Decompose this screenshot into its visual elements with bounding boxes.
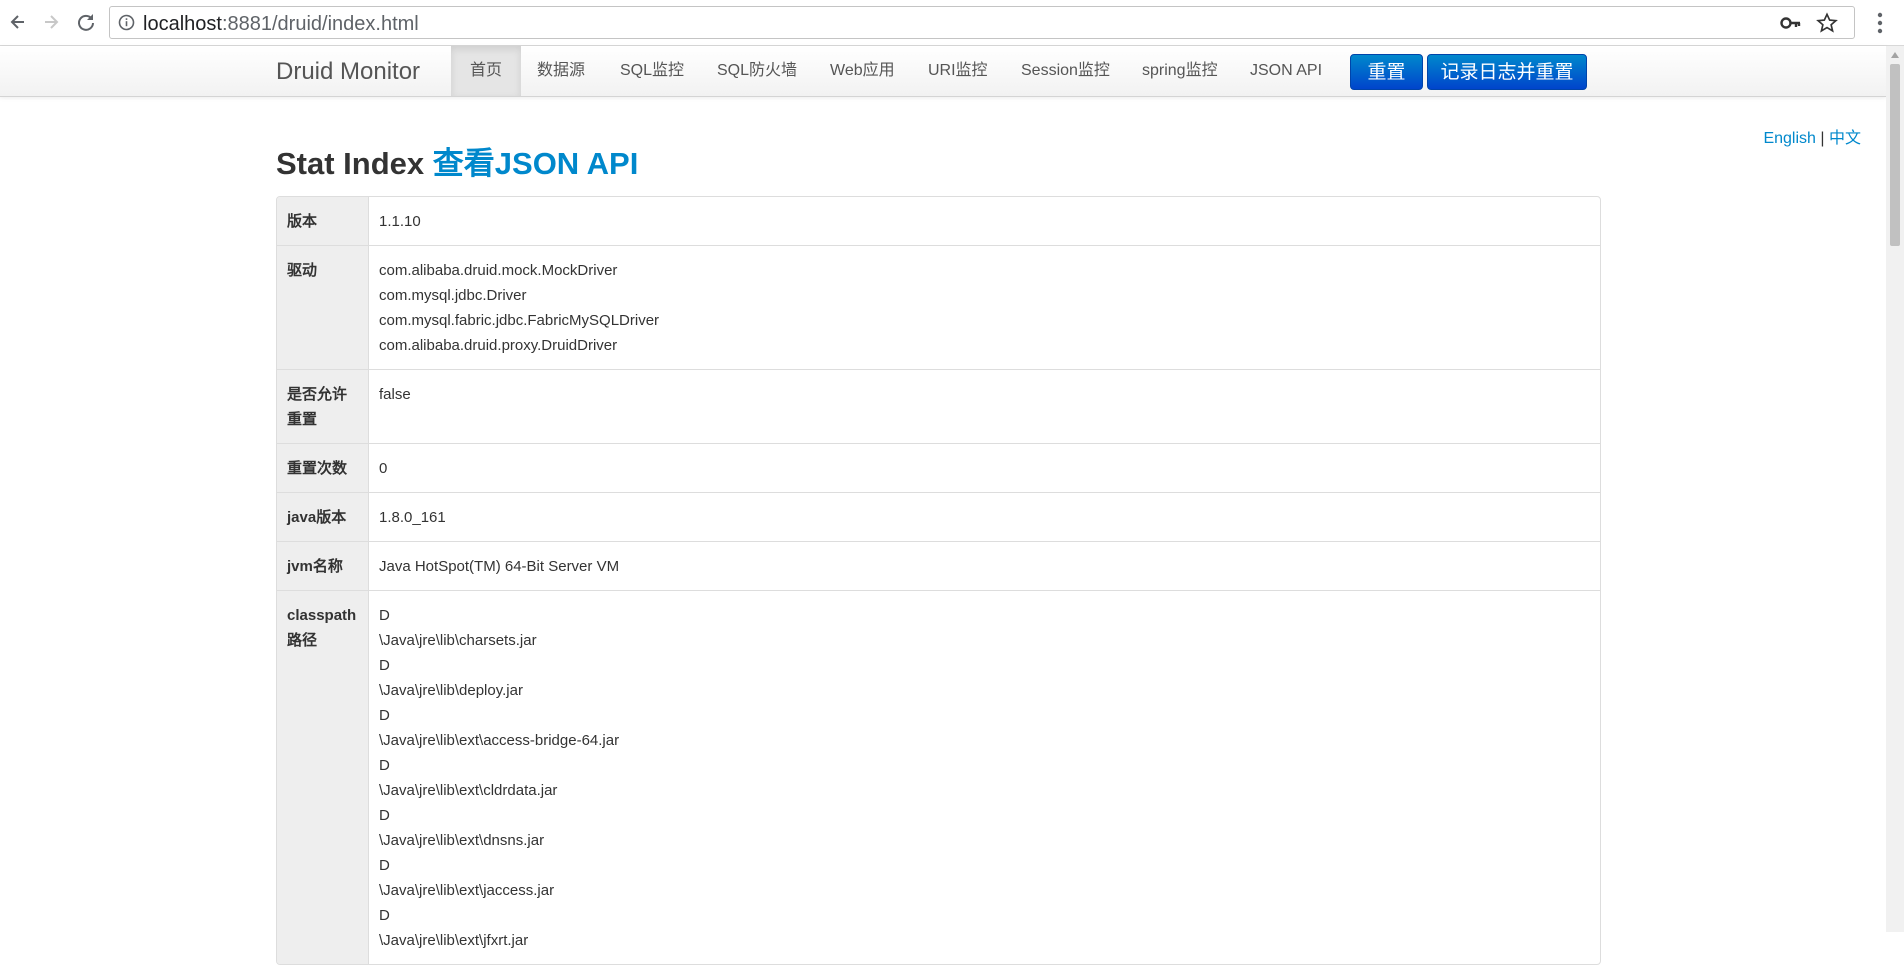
value-line: 0 bbox=[379, 460, 388, 477]
value-line: com.mysql.fabric.jdbc.FabricMySQLDriver bbox=[379, 312, 660, 329]
druid-navbar: Druid Monitor 首页 数据源 SQL监控 SQL防火墙 Web应用 … bbox=[0, 46, 1886, 97]
table-row: 是否允许重置 false bbox=[277, 369, 1600, 443]
nav-datasource[interactable]: 数据源 bbox=[518, 46, 604, 96]
value-line: D bbox=[379, 657, 390, 674]
scrollbar-thumb[interactable] bbox=[1890, 64, 1900, 246]
value-line: com.alibaba.druid.proxy.DruidDriver bbox=[379, 337, 618, 354]
table-row: 驱动 com.alibaba.druid.mock.MockDriver com.m… bbox=[277, 245, 1600, 369]
nav-web-app[interactable]: Web应用 bbox=[811, 46, 914, 96]
table-row: classpath路径 D \Java\jre\lib\charsets.jar D \… bbox=[277, 590, 1600, 964]
row-label: 驱动 bbox=[277, 245, 369, 369]
key-icon[interactable] bbox=[1780, 13, 1802, 33]
value-line: \Java\jre\lib\ext\dnsns.jar bbox=[379, 832, 545, 849]
brand[interactable]: Druid Monitor bbox=[276, 58, 420, 86]
value-line: D bbox=[379, 907, 390, 924]
row-label: 版本 bbox=[277, 197, 369, 245]
value-line: D bbox=[379, 607, 390, 624]
row-label: jvm名称 bbox=[277, 541, 369, 590]
value-line: 1.1.10 bbox=[379, 213, 421, 230]
log-and-reset-button[interactable]: 记录日志并重置 bbox=[1427, 54, 1587, 90]
table-row: 版本 1.1.10 bbox=[277, 197, 1600, 245]
table-row: 重置次数 0 bbox=[277, 443, 1600, 492]
value-line: 1.8.0_161 bbox=[379, 509, 446, 526]
row-label: java版本 bbox=[277, 492, 369, 541]
address-bar[interactable]: localhost:8881/druid/index.html bbox=[109, 6, 1855, 39]
table-row: jvm名称 Java HotSpot(TM) 64-Bit Server VM bbox=[277, 541, 1600, 590]
value-line: \Java\jre\lib\ext\jaccess.jar bbox=[379, 882, 555, 899]
view-json-api-link[interactable]: 查看JSON API bbox=[433, 146, 639, 181]
info-icon[interactable] bbox=[118, 14, 135, 31]
row-value: Java HotSpot(TM) 64-Bit Server VM bbox=[369, 541, 1600, 590]
value-line: com.alibaba.druid.mock.MockDriver bbox=[379, 262, 618, 279]
lang-english-link[interactable]: English bbox=[1763, 130, 1815, 147]
table-row: java版本 1.8.0_161 bbox=[277, 492, 1600, 541]
row-value: 1.1.10 bbox=[369, 197, 1600, 245]
value-line: \Java\jre\lib\ext\access-bridge-64.jar bbox=[379, 732, 620, 749]
reload-icon[interactable] bbox=[72, 10, 100, 34]
page-title: Stat Index 查看JSON API bbox=[276, 138, 638, 183]
value-line: D bbox=[379, 707, 390, 724]
value-line: \Java\jre\lib\deploy.jar bbox=[379, 682, 523, 699]
language-switch: English | 中文 bbox=[1763, 124, 1861, 148]
lang-chinese-link[interactable]: 中文 bbox=[1829, 130, 1861, 147]
value-line: D bbox=[379, 807, 390, 824]
url-host: localhost bbox=[143, 13, 222, 35]
nav-spring-monitor[interactable]: spring监控 bbox=[1123, 46, 1237, 96]
row-value: false bbox=[369, 369, 1600, 443]
nav-json-api[interactable]: JSON API bbox=[1231, 46, 1341, 96]
forward-icon[interactable] bbox=[37, 10, 65, 34]
back-icon[interactable] bbox=[4, 10, 32, 34]
nav-sql-firewall[interactable]: SQL防火墙 bbox=[698, 46, 816, 96]
url-path: :8881/druid/index.html bbox=[221, 13, 419, 35]
value-line: false bbox=[379, 386, 411, 403]
value-line: Java HotSpot(TM) 64-Bit Server VM bbox=[379, 558, 620, 575]
value-line: \Java\jre\lib\ext\cldrdata.jar bbox=[379, 782, 558, 799]
nav-home[interactable]: 首页 bbox=[451, 46, 522, 96]
lang-separator: | bbox=[1820, 130, 1825, 147]
star-icon[interactable] bbox=[1816, 12, 1838, 34]
browser-toolbar: localhost:8881/druid/index.html bbox=[0, 0, 1904, 46]
more-menu-icon[interactable] bbox=[1870, 10, 1890, 36]
row-label: classpath路径 bbox=[277, 590, 369, 964]
nav-sql-monitor[interactable]: SQL监控 bbox=[601, 46, 703, 96]
page-title-text: Stat Index bbox=[276, 146, 425, 181]
row-value: com.alibaba.druid.mock.MockDriver com.mys… bbox=[369, 245, 1600, 369]
scroll-up-arrow-icon[interactable] bbox=[1889, 50, 1901, 60]
row-label: 是否允许重置 bbox=[277, 369, 369, 443]
row-label: 重置次数 bbox=[277, 443, 369, 492]
value-line: D bbox=[379, 857, 390, 874]
url-text: localhost:8881/druid/index.html bbox=[143, 13, 419, 36]
nav-session-monitor[interactable]: Session监控 bbox=[1002, 46, 1129, 96]
value-line: \Java\jre\lib\charsets.jar bbox=[379, 632, 537, 649]
nav-uri-monitor[interactable]: URI监控 bbox=[909, 46, 1007, 96]
value-line: com.mysql.jdbc.Driver bbox=[379, 287, 527, 304]
row-value: 1.8.0_161 bbox=[369, 492, 1600, 541]
value-line: D bbox=[379, 757, 390, 774]
row-value: D \Java\jre\lib\charsets.jar D \Java\jre\li… bbox=[369, 590, 1600, 964]
row-value: 0 bbox=[369, 443, 1600, 492]
stat-table: 版本 1.1.10 驱动 com.alibaba.druid.mock.MockDri… bbox=[276, 196, 1601, 965]
reset-button[interactable]: 重置 bbox=[1350, 54, 1423, 90]
